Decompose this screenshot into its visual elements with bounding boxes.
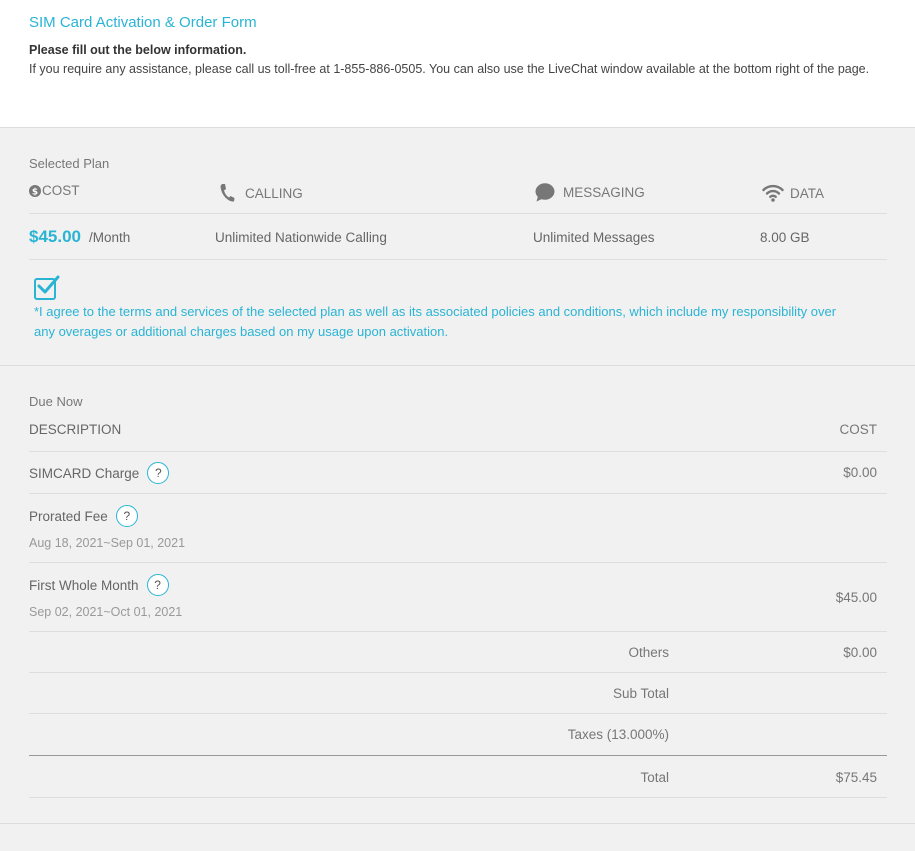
plan-data-value: 8.00 GB	[760, 229, 810, 245]
prorated-fee-label: Prorated Fee	[29, 508, 108, 524]
others-row: Others $0.00	[29, 632, 887, 673]
due-now-label: Due Now	[29, 394, 83, 409]
chat-bubble-icon	[535, 183, 555, 202]
terms-checkbox[interactable]	[34, 275, 60, 300]
due-table-header: DESCRIPTION COST	[29, 418, 887, 452]
calling-column-label: CALLING	[245, 185, 303, 201]
selected-plan-label: Selected Plan	[29, 156, 110, 171]
table-row: SIMCARD Charge ? $0.00	[29, 452, 887, 494]
prorated-fee-dates: Aug 18, 2021~Sep 01, 2021	[29, 536, 186, 550]
subtotal-label: Sub Total	[612, 686, 669, 701]
first-month-item: First Whole Month ?	[29, 574, 169, 596]
checkmark-icon	[37, 275, 60, 294]
others-label: Others	[628, 645, 669, 660]
help-icon[interactable]: ?	[147, 462, 170, 484]
cost-column-label: COST	[42, 183, 80, 198]
total-row: Total $75.45	[29, 756, 887, 798]
data-column-header: DATA	[762, 183, 824, 203]
first-month-label: First Whole Month	[29, 577, 139, 593]
prorated-fee-item: Prorated Fee ?	[29, 505, 138, 527]
table-row: First Whole Month ? Sep 02, 2021~Oct 01,…	[29, 563, 887, 632]
taxes-row: Taxes (13.000%)	[29, 714, 887, 756]
terms-agreement-text: *I agree to the terms and services of th…	[34, 304, 837, 339]
phone-icon	[219, 183, 235, 203]
plan-details-row: $45.00 /Month Unlimited Nationwide Calli…	[29, 214, 887, 260]
due-now-section: Due Now DESCRIPTION COST SIMCARD Charge …	[0, 366, 915, 824]
messaging-column-header: MESSAGING	[535, 183, 645, 202]
simcard-charge-cost: $0.00	[843, 465, 877, 480]
help-icon[interactable]: ?	[146, 574, 169, 596]
help-icon[interactable]: ?	[115, 505, 138, 527]
selected-plan-section: Selected Plan $ COST CALLING MESSAGING D…	[0, 128, 915, 366]
wifi-icon	[762, 183, 784, 203]
dollar-coin-icon: $	[29, 184, 41, 197]
total-label: Total	[640, 770, 669, 785]
terms-agreement: *I agree to the terms and services of th…	[34, 275, 854, 342]
svg-text:$: $	[32, 187, 38, 197]
assistance-note: If you require any assistance, please ca…	[29, 62, 870, 76]
data-column-label: DATA	[790, 185, 825, 201]
form-instructions-heading: Please fill out the below information.	[29, 43, 247, 57]
plan-calling-value: Unlimited Nationwide Calling	[215, 229, 387, 245]
others-cost: $0.00	[843, 645, 877, 660]
first-month-dates: Sep 02, 2021~Oct 01, 2021	[29, 605, 183, 619]
subtotal-row: Sub Total	[29, 673, 887, 714]
form-header: SIM Card Activation & Order Form Please …	[0, 0, 915, 128]
table-row: Prorated Fee ? Aug 18, 2021~Sep 01, 2021	[29, 494, 887, 563]
plan-billing-period: /Month	[89, 229, 131, 245]
calling-column-header: CALLING	[219, 183, 303, 203]
description-header: DESCRIPTION	[29, 422, 122, 437]
plan-messaging-value: Unlimited Messages	[533, 229, 655, 245]
simcard-charge-label: SIMCARD Charge	[29, 465, 140, 481]
taxes-label: Taxes (13.000%)	[567, 727, 669, 742]
plan-columns-header: $ COST CALLING MESSAGING DATA	[29, 180, 887, 214]
page-title: SIM Card Activation & Order Form	[29, 14, 257, 31]
messaging-column-label: MESSAGING	[563, 185, 645, 200]
cost-column-header: $ COST	[29, 183, 80, 198]
total-cost: $75.45	[835, 770, 877, 785]
cost-header: COST	[839, 422, 877, 437]
plan-price: $45.00	[29, 227, 81, 246]
first-month-cost: $45.00	[835, 590, 877, 605]
plan-cost: $45.00 /Month	[29, 214, 130, 260]
simcard-charge-item: SIMCARD Charge ?	[29, 462, 170, 484]
